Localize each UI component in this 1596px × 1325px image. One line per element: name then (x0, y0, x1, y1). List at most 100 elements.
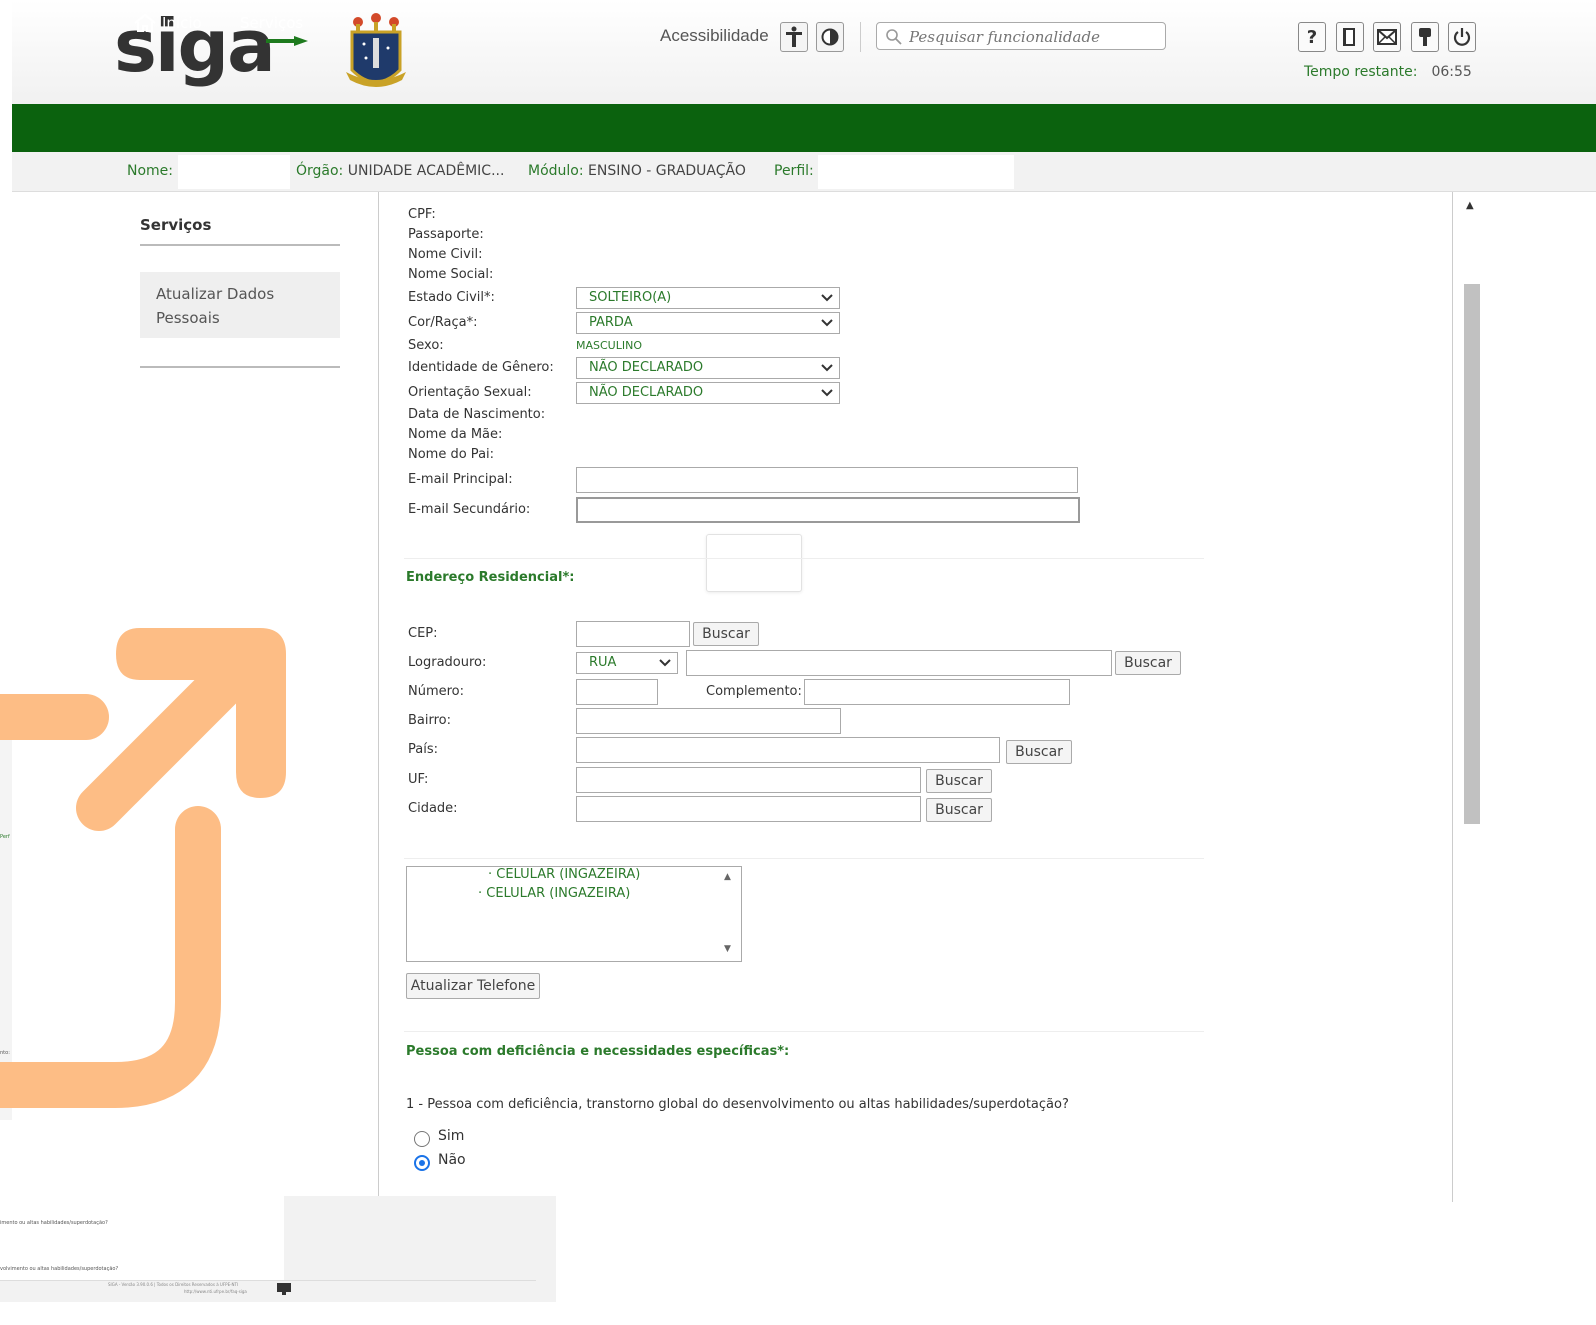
orgao-value: UNIDADE ACADÊMIC... (347, 163, 505, 179)
cor-raca-value: PARDA (589, 315, 633, 330)
address-section-title: Endereço Residencial*: (406, 570, 575, 585)
modulo-label: Módulo: (528, 163, 584, 179)
nav-home[interactable]: Início (134, 14, 202, 32)
logradouro-type-select[interactable]: RUA (576, 652, 678, 674)
uf-label: UF: (408, 772, 429, 787)
monitor-icon (277, 1283, 291, 1295)
logout-button[interactable] (1448, 22, 1476, 52)
chevron-down-icon (821, 319, 833, 327)
nome-pai-label: Nome do Pai: (408, 447, 495, 462)
complemento-label: Complemento: (706, 684, 802, 699)
main-navbar (12, 104, 1596, 152)
section-divider (404, 558, 1204, 559)
phone-item[interactable]: · CELULAR (INGAZEIRA) (488, 867, 640, 882)
search-input[interactable] (909, 27, 1159, 47)
list-scroll-up-icon[interactable]: ▲ (724, 872, 731, 882)
sexo-label: Sexo: (408, 338, 444, 353)
estado-civil-select[interactable]: SOLTEIRO(A) (576, 287, 840, 309)
accessibility-person-icon (786, 26, 802, 47)
cep-input[interactable] (576, 621, 690, 647)
email-principal-input[interactable] (576, 467, 1078, 493)
help-button[interactable]: ? (1298, 22, 1326, 52)
nav-services[interactable]: Serviços (240, 14, 303, 32)
bg-footer-link: http://www.nti.ufrpe.br/faq-siga (184, 1289, 247, 1294)
manual-button[interactable] (1336, 22, 1364, 52)
disability-question: 1 - Pessoa com deficiência, transtorno g… (406, 1097, 1069, 1112)
accessibility-label: Acessibilidade (660, 26, 769, 45)
sidebar-divider (140, 244, 340, 246)
radio-nao-label[interactable]: Não (438, 1152, 466, 1168)
messages-button[interactable] (1373, 22, 1401, 52)
accessibility-vlibras-button[interactable] (780, 22, 808, 52)
book-icon (1343, 28, 1355, 46)
content-border-left (378, 192, 379, 1202)
orientacao-sexual-select[interactable]: NÃO DECLARADO (576, 382, 840, 404)
cidade-input[interactable] (576, 796, 921, 822)
identidade-genero-select[interactable]: NÃO DECLARADO (576, 357, 840, 379)
logradouro-type-value: RUA (589, 655, 617, 670)
sidebar-title: Serviços (140, 216, 212, 234)
cor-raca-select[interactable]: PARDA (576, 312, 840, 334)
pais-search-button[interactable]: Buscar (1006, 740, 1072, 764)
timer-label: Tempo restante: (1304, 64, 1418, 80)
background-screenshot-strip (0, 700, 12, 1120)
contrast-icon (821, 28, 839, 46)
header-divider (860, 22, 861, 52)
scroll-up-arrow-icon[interactable]: ▲ (1466, 200, 1474, 211)
disability-section-title: Pessoa com deficiência e necessidades es… (406, 1044, 790, 1059)
sidebar-item-atualizar-dados[interactable]: Atualizar Dados Pessoais (140, 272, 340, 338)
pais-input[interactable] (576, 737, 1000, 763)
estado-civil-value: SOLTEIRO(A) (589, 290, 672, 305)
identidade-genero-value: NÃO DECLARADO (589, 360, 704, 375)
numero-label: Número: (408, 684, 465, 699)
section-divider (404, 858, 1204, 859)
bg-text-line: volvimento ou altas habilidades/superdot… (0, 1266, 119, 1272)
estado-civil-label: Estado Civil*: (408, 290, 495, 305)
nome-mae-label: Nome da Mãe: (408, 427, 503, 442)
phone-item[interactable]: · CELULAR (INGAZEIRA) (478, 886, 630, 901)
change-password-button[interactable] (1411, 22, 1439, 52)
uf-search-button[interactable]: Buscar (926, 769, 992, 793)
cep-search-button[interactable]: Buscar (693, 622, 759, 646)
nav-home-label: Início (162, 14, 202, 32)
scrollbar-thumb[interactable] (1464, 284, 1480, 824)
key-icon (1419, 28, 1431, 46)
bairro-input[interactable] (576, 708, 841, 734)
modulo-field: Módulo: ENSINO - GRADUAÇÃO (528, 163, 746, 179)
logradouro-search-button[interactable]: Buscar (1115, 651, 1181, 675)
cidade-search-button[interactable]: Buscar (926, 798, 992, 822)
email-secundario-input[interactable] (576, 497, 1080, 523)
orgao-field: Órgão: UNIDADE ACADÊMIC... (296, 163, 504, 179)
radio-nao[interactable] (414, 1155, 430, 1171)
email-principal-label: E-mail Principal: (408, 472, 513, 487)
logradouro-label: Logradouro: (408, 655, 487, 670)
radio-sim-label[interactable]: Sim (438, 1128, 464, 1144)
chevron-down-icon (659, 659, 671, 667)
bg-nto-fragment: nto: (0, 1050, 10, 1056)
orgao-label: Órgão: (296, 163, 344, 179)
complemento-input[interactable] (804, 679, 1070, 705)
bg-perfil-fragment: Perf (0, 834, 10, 840)
nome-label: Nome: (127, 163, 174, 179)
chevron-down-icon (821, 294, 833, 302)
pais-label: País: (408, 742, 438, 757)
passaporte-label: Passaporte: (408, 227, 484, 242)
orientacao-sexual-value: NÃO DECLARADO (589, 385, 704, 400)
update-phone-button[interactable]: Atualizar Telefone (406, 973, 540, 999)
perfil-value-redacted (818, 155, 1014, 189)
cidade-label: Cidade: (408, 801, 458, 816)
orientacao-sexual-label: Orientação Sexual: (408, 385, 532, 400)
mail-icon (1377, 29, 1397, 45)
numero-input[interactable] (576, 679, 658, 705)
content-border-right (1452, 192, 1453, 1202)
bg-footer-divider (0, 1280, 536, 1281)
perfil-label: Perfil: (774, 163, 814, 179)
list-scroll-down-icon[interactable]: ▼ (724, 944, 731, 954)
chevron-down-icon (821, 389, 833, 397)
high-contrast-button[interactable] (816, 22, 844, 52)
uf-input[interactable] (576, 767, 921, 793)
logradouro-input[interactable] (686, 650, 1112, 676)
radio-sim[interactable] (414, 1131, 430, 1147)
nav-services-label: Serviços (240, 14, 304, 32)
search-field[interactable] (876, 22, 1166, 50)
